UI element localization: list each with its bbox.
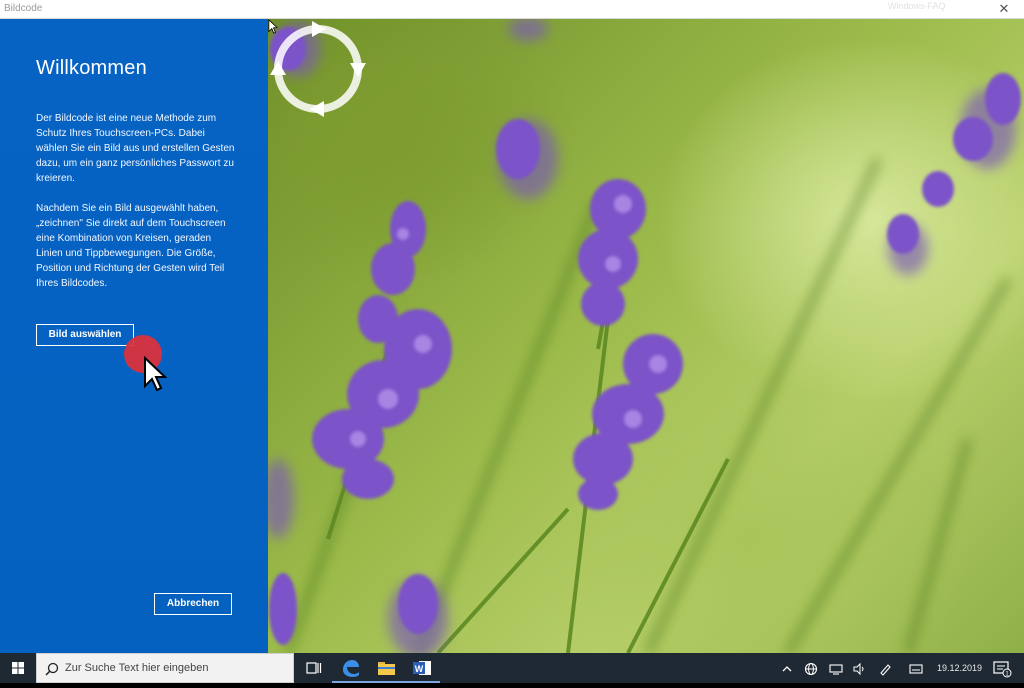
title-bar: Bildcode Windows-FAQ ✕ bbox=[0, 0, 1024, 19]
close-button[interactable]: ✕ bbox=[992, 0, 1016, 18]
search-placeholder: Zur Suche Text hier eingeben bbox=[65, 662, 209, 674]
pointer-cursor-icon bbox=[268, 19, 278, 34]
chevron-up-icon[interactable] bbox=[780, 662, 794, 676]
volume-icon[interactable] bbox=[852, 662, 866, 676]
task-view-button[interactable] bbox=[296, 653, 332, 683]
taskbar-date[interactable]: 19.12.2019 bbox=[937, 663, 982, 673]
svg-text:W: W bbox=[415, 664, 424, 674]
task-view-icon bbox=[306, 662, 322, 674]
intro-paragraph-2: Nachdem Sie ein Bild ausgewählt haben, „… bbox=[36, 203, 226, 289]
window-title: Bildcode bbox=[4, 3, 43, 14]
edge-icon bbox=[343, 660, 359, 677]
mouse-cursor-icon bbox=[144, 356, 167, 392]
edge-button[interactable] bbox=[332, 653, 368, 683]
globe-icon[interactable] bbox=[804, 662, 818, 676]
taskbar: Zur Suche Text hier eingeben W 19.12.201… bbox=[0, 653, 1024, 683]
notification-icon[interactable]: 1 bbox=[990, 657, 1012, 679]
intro-paragraph-1: Der Bildcode ist eine neue Methode zum S… bbox=[36, 113, 235, 184]
watermark-text: Windows-FAQ bbox=[888, 1, 946, 11]
word-icon: W bbox=[413, 661, 431, 675]
page-title: Willkommen bbox=[36, 57, 147, 79]
search-box[interactable]: Zur Suche Text hier eingeben bbox=[36, 653, 294, 683]
circle-gesture-icon bbox=[270, 21, 366, 117]
start-button[interactable] bbox=[0, 653, 36, 683]
pen-icon[interactable] bbox=[878, 662, 892, 676]
word-button[interactable]: W bbox=[404, 653, 440, 683]
cancel-button[interactable]: Abbrechen bbox=[154, 593, 232, 615]
select-picture-button[interactable]: Bild auswählen bbox=[36, 324, 134, 346]
windows-logo-icon bbox=[12, 662, 24, 674]
lavender-photo bbox=[268, 19, 1021, 653]
folder-icon bbox=[378, 662, 395, 675]
picture-preview[interactable] bbox=[268, 19, 1024, 653]
file-explorer-button[interactable] bbox=[368, 653, 404, 683]
network-icon[interactable] bbox=[828, 662, 844, 676]
search-icon bbox=[45, 662, 59, 676]
keyboard-icon[interactable] bbox=[908, 662, 924, 676]
